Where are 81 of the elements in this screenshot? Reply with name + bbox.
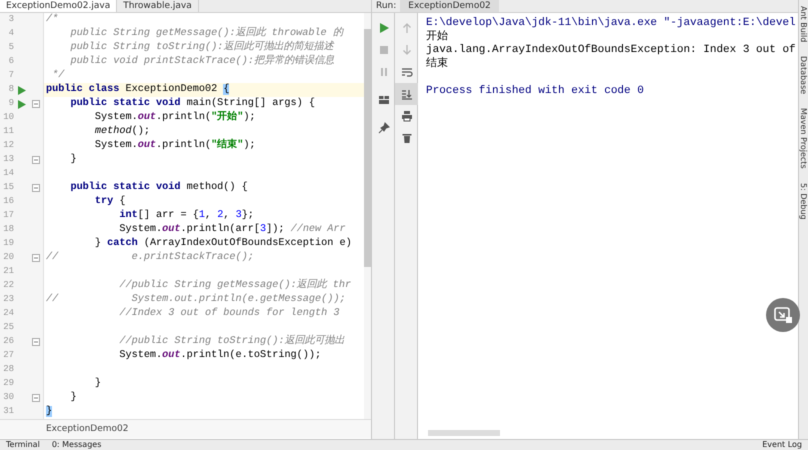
side-tool-tab[interactable]: 5: Debug	[799, 183, 808, 220]
line-number: 10	[2, 111, 14, 124]
code-line: /*	[45, 13, 60, 27]
fold-icon[interactable]	[32, 100, 40, 108]
line-number: 9	[8, 97, 14, 110]
tool-window-tab[interactable]: Terminal	[0, 440, 46, 450]
fold-icon[interactable]	[32, 394, 40, 402]
code-line: public String getMessage():返回此 throwable 的	[69, 27, 345, 40]
line-number: 3	[8, 13, 14, 26]
code-line: }	[94, 377, 102, 391]
code-line: //public String getMessage():返回此 thr	[118, 279, 352, 293]
console-line: Process finished with exit code 0	[426, 85, 645, 99]
side-tool-tab[interactable]: Maven Projects	[799, 108, 808, 170]
line-number: 17	[2, 209, 14, 222]
line-number: 13	[2, 153, 14, 166]
breadcrumb-link[interactable]: ExceptionDemo02	[46, 424, 128, 434]
line-number: 28	[2, 363, 14, 376]
line-number: 12	[2, 139, 14, 152]
scroll-to-end-icon[interactable]	[395, 83, 418, 105]
file-tab[interactable]: Throwable.java	[117, 0, 199, 12]
line-number: 15	[2, 181, 14, 194]
code-line: public String toString():返回此可抛出的简短描述	[69, 41, 336, 54]
line-number: 8	[8, 83, 14, 96]
line-number: 6	[8, 55, 14, 68]
run-tab[interactable]: ExceptionDemo02	[400, 0, 499, 12]
code-line: System.out.println("结束");	[94, 139, 257, 153]
code-line: public void printStackTrace():把异常的错误信息	[69, 55, 335, 69]
code-line: System.out.println(e.toString());	[118, 349, 322, 363]
code-line: method();	[94, 125, 151, 139]
scrollbar-thumb[interactable]	[364, 29, 371, 267]
code-line: System.out.println("开始");	[94, 111, 257, 125]
line-number: 29	[2, 377, 14, 390]
code-line: System.out.println(arr[3]); //new Arr	[118, 223, 347, 237]
line-number: 26	[2, 335, 14, 348]
line-number: 30	[2, 391, 14, 404]
console-line: 开始	[426, 30, 449, 44]
fold-icon[interactable]	[32, 156, 40, 164]
code-line: //Index 3 out of bounds for length 3	[118, 307, 340, 321]
console-line: 结束	[426, 58, 449, 72]
tool-window-tab[interactable]: Event Log	[756, 440, 808, 450]
line-number: 14	[2, 167, 14, 180]
side-tool-tab[interactable]: Ant Build	[799, 6, 808, 42]
run-icon[interactable]	[18, 100, 26, 108]
side-tool-tab[interactable]: Database	[799, 56, 808, 94]
line-number: 27	[2, 349, 14, 362]
code-line: public static void method() {	[69, 181, 249, 195]
line-number: 18	[2, 223, 14, 236]
run-icon[interactable]	[18, 86, 26, 94]
resize-icon	[774, 307, 792, 323]
fold-icon[interactable]	[32, 254, 40, 262]
code-line: */	[51, 69, 66, 83]
code-line: // e.printStackTrace();	[45, 251, 255, 265]
scrollbar-thumb[interactable]	[428, 430, 500, 436]
console-line: E:\develop\Java\jdk-11\bin\java.exe "-javaagent:E:\devel	[426, 17, 797, 30]
code-line: try {	[94, 195, 126, 209]
line-number: 20	[2, 251, 14, 264]
line-number: 5	[8, 41, 14, 54]
code-line: }	[69, 153, 78, 167]
code-line: public static void main(String[] args) {	[69, 97, 316, 110]
code-line: // System.out.println(e.getMessage());	[45, 293, 347, 307]
code-line: }	[69, 391, 78, 405]
line-number: 16	[2, 195, 14, 208]
line-number: 31	[2, 405, 14, 418]
line-number: 11	[2, 125, 14, 138]
line-number: 25	[2, 321, 14, 334]
line-number: 24	[2, 307, 14, 320]
tool-window-tab[interactable]: 0: Messages	[46, 440, 108, 450]
console-line: java.lang.ArrayIndexOutOfBoundsException: Index 3 out of	[426, 44, 797, 57]
code-line: //public String toString():返回此可抛出	[118, 335, 346, 349]
code-line: int[] arr = {1, 2, 3};	[118, 209, 255, 223]
line-number: 22	[2, 279, 14, 292]
line-number: 19	[2, 237, 14, 250]
line-number: 7	[8, 69, 14, 82]
line-number: 23	[2, 293, 14, 306]
panel-title: Run:	[375, 0, 398, 12]
fold-icon[interactable]	[32, 184, 40, 192]
line-number: 4	[8, 27, 14, 40]
file-tab[interactable]: ExceptionDemo02.java	[0, 0, 118, 12]
line-number: 21	[2, 265, 14, 278]
fold-icon[interactable]	[32, 338, 40, 346]
code-line: } catch (ArrayIndexOutOfBoundsException e)	[94, 237, 353, 251]
